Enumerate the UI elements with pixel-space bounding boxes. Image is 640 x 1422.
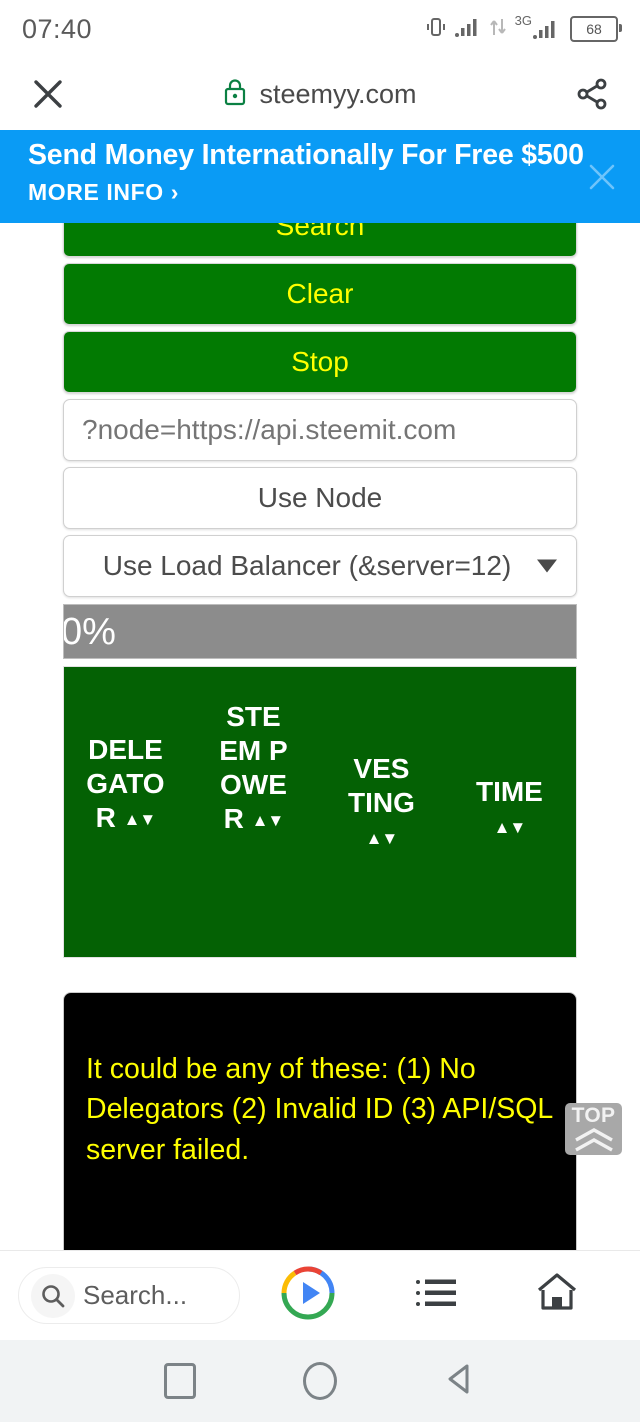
ad-banner[interactable]: Send Money Internationally For Free $500…	[0, 130, 640, 223]
load-balancer-selected-value: Use Load Balancer (&server=12)	[63, 535, 577, 597]
status-icons: 3G 68	[424, 14, 622, 44]
ad-title: Send Money Internationally For Free $500	[28, 139, 584, 171]
table-header-vesting[interactable]: VESTING ▲▼	[320, 667, 443, 854]
status-time: 07:40	[22, 13, 93, 44]
table-header-vesting-label: VESTING	[347, 753, 415, 819]
search-input[interactable]: Search...	[18, 1267, 240, 1324]
browser-bar: steemyy.com	[0, 58, 640, 130]
search-button[interactable]: Search	[63, 223, 577, 257]
battery-icon: 68	[570, 16, 622, 42]
home-button[interactable]	[497, 1272, 640, 1319]
google-play-icon	[279, 1264, 337, 1327]
share-icon[interactable]	[570, 72, 614, 116]
scroll-to-top-label: TOP	[571, 1104, 616, 1127]
list-icon	[414, 1276, 458, 1315]
circle-home-icon[interactable]	[302, 1362, 337, 1400]
table-header-time-label: TIME	[475, 776, 543, 807]
list-button[interactable]	[375, 1276, 496, 1315]
sort-arrows-icon[interactable]: ▲▼	[366, 829, 399, 850]
url-display[interactable]: steemyy.com	[70, 78, 570, 111]
sort-arrows-icon[interactable]: ▲▼	[252, 811, 285, 832]
table-header-delegator[interactable]: DELEGATOR ▲▼	[64, 667, 187, 835]
play-button[interactable]	[240, 1264, 375, 1327]
node-input[interactable]	[63, 399, 577, 461]
network-3g-icon: 3G	[515, 14, 559, 40]
close-icon[interactable]	[26, 72, 70, 116]
message-text: It could be any of these: (1) No Delegat…	[86, 1053, 553, 1166]
sort-arrows-icon[interactable]: ▲▼	[494, 818, 527, 839]
sort-arrows-icon[interactable]: ▲▼	[124, 810, 157, 831]
android-nav-bar	[0, 1340, 640, 1422]
data-transfer-icon	[488, 15, 508, 44]
ad-more-info-link[interactable]: MORE INFO ›	[28, 179, 620, 206]
battery-level-label: 68	[586, 21, 602, 37]
form-section: Search Clear Stop Use Node Use Load Bala…	[0, 223, 640, 1263]
square-recents-icon[interactable]	[163, 1363, 196, 1399]
table-header-steem-power[interactable]: STEEM POWER ▲▼	[187, 667, 320, 837]
network-type-label: 3G	[514, 13, 532, 28]
search-icon	[31, 1273, 75, 1318]
url-text: steemyy.com	[259, 78, 417, 109]
progress-label: 0%	[63, 610, 116, 653]
home-icon	[535, 1272, 579, 1319]
message-panel: It could be any of these: (1) No Delegat…	[63, 992, 577, 1263]
triangle-back-icon[interactable]	[444, 1362, 476, 1401]
chevron-down-icon	[537, 559, 557, 573]
scroll-to-top-button[interactable]: TOP	[565, 1103, 622, 1155]
ad-close-icon[interactable]	[582, 157, 622, 197]
clear-button[interactable]: Clear	[63, 263, 577, 325]
table-header-time[interactable]: TIME ▲▼	[443, 667, 576, 843]
double-chevron-up-icon	[571, 1126, 617, 1157]
page-content: Search Clear Stop Use Node Use Load Bala…	[0, 223, 640, 1263]
vibrate-icon	[424, 15, 448, 44]
bottom-toolbar: Search...	[0, 1250, 640, 1340]
load-balancer-select[interactable]: Use Load Balancer (&server=12)	[63, 535, 577, 597]
lock-icon	[223, 78, 247, 111]
progress-bar: 0%	[63, 604, 577, 659]
search-placeholder-text: Search...	[83, 1280, 188, 1310]
status-bar: 07:40 3G 68	[0, 0, 640, 58]
results-table-header: DELEGATOR ▲▼ STEEM POWER ▲▼ VESTING ▲▼ T…	[63, 666, 577, 958]
use-node-button[interactable]: Use Node	[63, 467, 577, 529]
signal-bars-icon	[454, 16, 481, 43]
stop-button[interactable]: Stop	[63, 331, 577, 393]
